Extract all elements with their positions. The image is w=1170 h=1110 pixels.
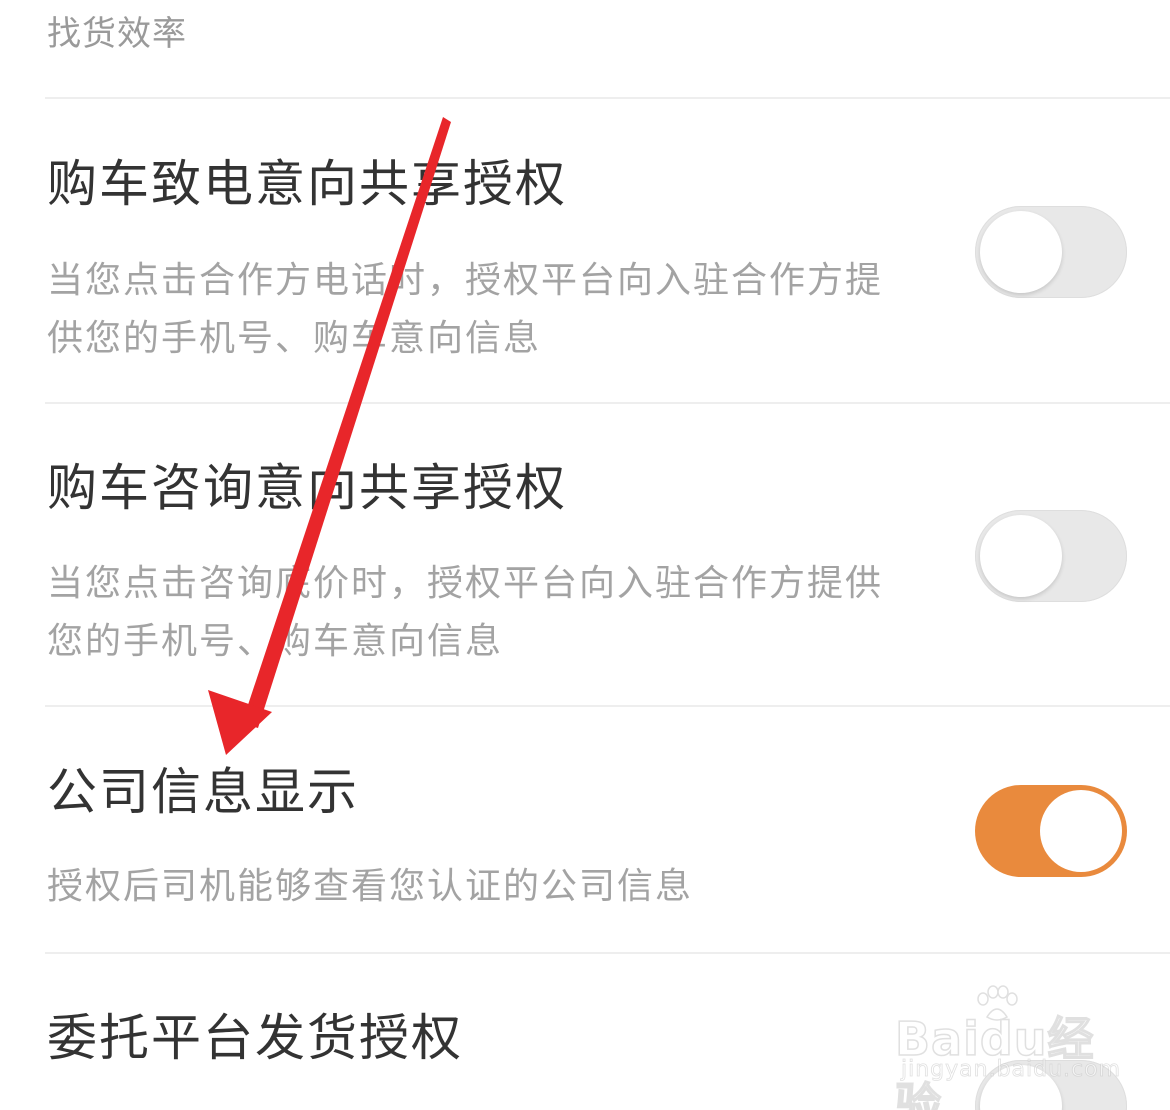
setting-desc: 当您点击合作方电话时，授权平台向入驻合作方提 供您的手机号、购车意向信息	[47, 260, 884, 359]
paw-icon	[977, 985, 1018, 1021]
toggle-knob	[1040, 790, 1122, 872]
divider	[45, 705, 1170, 707]
prev-item-desc: 找货效率	[47, 14, 187, 54]
divider	[45, 97, 1170, 99]
toggle-knob	[980, 1065, 1062, 1110]
setting-desc: 授权后司机能够查看您认证的公司信息	[47, 866, 694, 907]
toggle-knob	[980, 515, 1062, 597]
setting-title: 委托平台发货授权	[47, 1009, 463, 1067]
setting-title: 购车致电意向共享授权	[47, 155, 567, 213]
setting-desc: 当您点击咨询底价时，授权平台向入驻合作方提供 您的手机号、购车意向信息	[47, 563, 884, 662]
divider	[45, 952, 1170, 954]
toggle-call-intent-share[interactable]	[975, 206, 1127, 298]
settings-page: 找货效率 购车致电意向共享授权 当您点击合作方电话时，授权平台向入驻合作方提 供…	[0, 0, 1170, 1110]
setting-title: 公司信息显示	[47, 763, 359, 821]
toggle-knob	[980, 211, 1062, 293]
toggle-company-info-display[interactable]	[975, 785, 1127, 877]
toggle-consult-intent-share[interactable]	[975, 510, 1127, 602]
toggle-delegate-shipping[interactable]	[975, 1060, 1127, 1110]
setting-title: 购车咨询意向共享授权	[47, 459, 567, 517]
divider	[45, 402, 1170, 404]
